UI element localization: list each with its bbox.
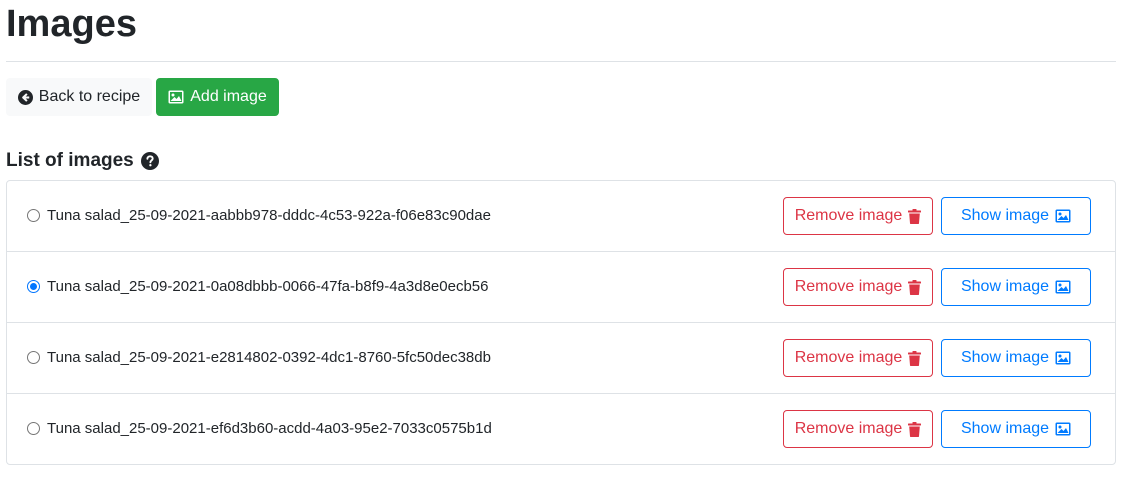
page-title: Images: [6, 3, 137, 45]
show-image-button[interactable]: Show image: [941, 339, 1091, 377]
show-image-button[interactable]: Show image: [941, 268, 1091, 306]
back-to-recipe-label: Back to recipe: [38, 88, 141, 105]
list-item: Tuna salad_25-09-2021-0a08dbbb-0066-47fa…: [7, 251, 1115, 322]
image-icon: [1055, 422, 1071, 436]
remove-image-label: Remove image: [794, 278, 903, 295]
trash-icon: [908, 208, 922, 224]
remove-image-label: Remove image: [794, 207, 903, 224]
remove-image-button[interactable]: Remove image: [783, 197, 933, 235]
images-list: Tuna salad_25-09-2021-aabbb978-dddc-4c53…: [6, 180, 1116, 465]
remove-image-label: Remove image: [794, 349, 903, 366]
list-item: Tuna salad_25-09-2021-aabbb978-dddc-4c53…: [7, 181, 1115, 251]
question-circle-icon[interactable]: [140, 152, 159, 170]
remove-image-button[interactable]: Remove image: [783, 268, 933, 306]
list-title-text: List of images: [6, 150, 134, 171]
show-image-label: Show image: [960, 420, 1050, 437]
image-icon: [168, 90, 184, 104]
image-name: Tuna salad_25-09-2021-ef6d3b60-acdd-4a03…: [47, 420, 492, 437]
image-name: Tuna salad_25-09-2021-0a08dbbb-0066-47fa…: [47, 278, 489, 295]
remove-image-button[interactable]: Remove image: [783, 410, 933, 448]
show-image-button[interactable]: Show image: [941, 197, 1091, 235]
image-name: Tuna salad_25-09-2021-e2814802-0392-4dc1…: [47, 349, 491, 366]
image-icon: [1055, 209, 1071, 223]
list-title: List of images: [6, 149, 159, 173]
image-icon: [1055, 351, 1071, 365]
add-image-button[interactable]: Add image: [156, 78, 279, 116]
image-radio[interactable]: [27, 351, 40, 364]
back-to-recipe-button[interactable]: Back to recipe: [6, 78, 152, 116]
trash-icon: [908, 350, 922, 366]
image-icon: [1055, 280, 1071, 294]
trash-icon: [908, 279, 922, 295]
remove-image-button[interactable]: Remove image: [783, 339, 933, 377]
image-radio[interactable]: [27, 209, 40, 222]
list-item: Tuna salad_25-09-2021-ef6d3b60-acdd-4a03…: [7, 393, 1115, 464]
add-image-label: Add image: [190, 88, 267, 105]
image-radio[interactable]: [27, 280, 40, 293]
show-image-label: Show image: [960, 207, 1050, 224]
trash-icon: [908, 421, 922, 437]
arrow-circle-left-icon: [17, 89, 33, 105]
show-image-label: Show image: [960, 349, 1050, 366]
list-item: Tuna salad_25-09-2021-e2814802-0392-4dc1…: [7, 322, 1115, 393]
image-name: Tuna salad_25-09-2021-aabbb978-dddc-4c53…: [47, 207, 491, 224]
image-radio[interactable]: [27, 422, 40, 435]
show-image-button[interactable]: Show image: [941, 410, 1091, 448]
title-divider: [6, 61, 1116, 62]
remove-image-label: Remove image: [794, 420, 903, 437]
show-image-label: Show image: [960, 278, 1050, 295]
images-page: Images Back to recipe Add image List of …: [0, 0, 1124, 486]
